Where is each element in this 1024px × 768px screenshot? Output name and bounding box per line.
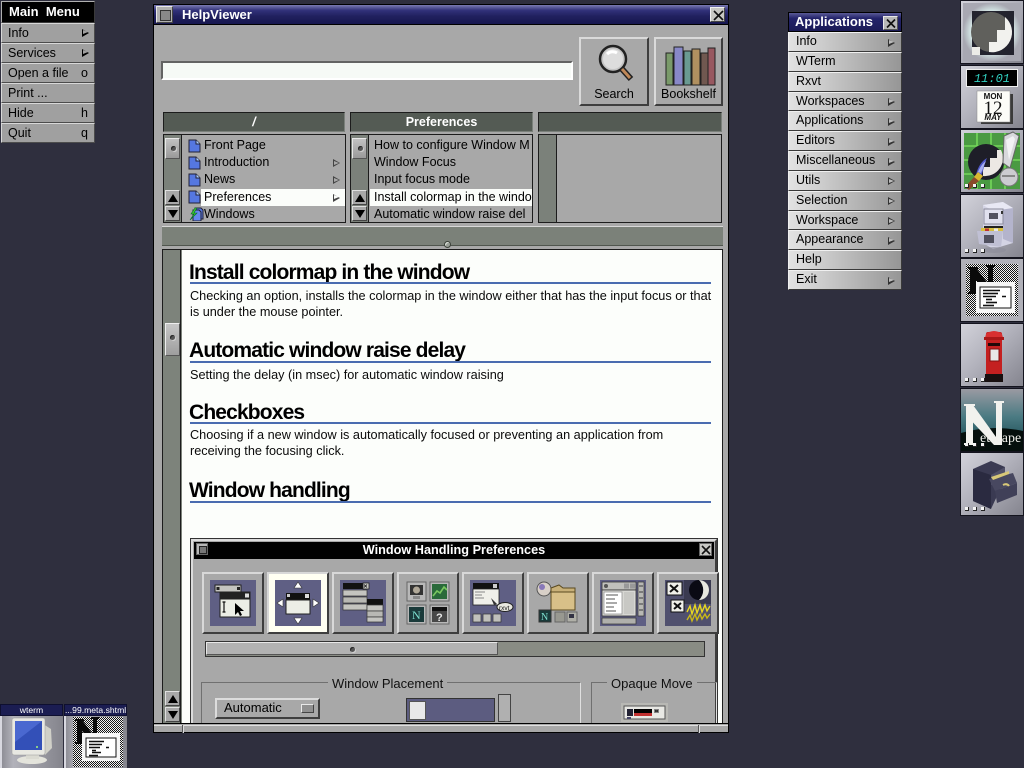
svg-text:N: N [412, 608, 421, 622]
svg-text:rxvt: rxvt [499, 605, 510, 612]
svg-text:MAY: MAY [984, 113, 1002, 122]
svg-text:11:01: 11:01 [974, 72, 1010, 86]
svg-text:?: ? [436, 612, 443, 624]
svg-text:N: N [541, 612, 548, 623]
